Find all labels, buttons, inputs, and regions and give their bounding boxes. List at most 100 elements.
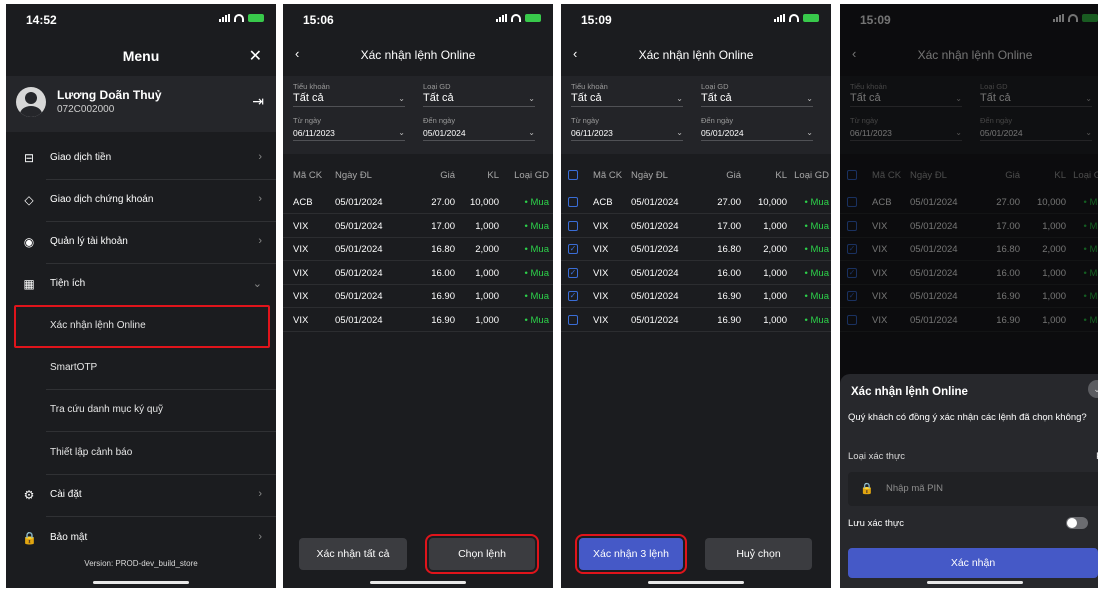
table-cell: VIX xyxy=(593,220,609,232)
column-header: Ngày ĐL xyxy=(631,170,668,181)
table-row[interactable]: ✓ VIX 05/01/2024 16.80 2,000 • Mua xyxy=(561,238,831,261)
menu-item-settings[interactable]: ⚙ Cài đặt › xyxy=(6,475,276,517)
cancel-selection-button[interactable]: Huỷ chọn xyxy=(705,538,812,570)
table-cell: 05/01/2024 xyxy=(335,244,383,255)
filter-value: Tất cả xyxy=(293,92,324,104)
table-cell: 05/01/2024 xyxy=(335,291,383,302)
table-cell: VIX xyxy=(593,244,609,255)
table-cell: 16.90 xyxy=(431,291,455,302)
column-header: Ngày ĐL xyxy=(335,170,372,181)
confirm-selected-button[interactable]: Xác nhận 3 lệnh xyxy=(575,534,687,574)
row-checkbox[interactable]: ✓ xyxy=(568,244,578,254)
menu-item-cash-transactions[interactable]: ⊟ Giao dịch tiền › xyxy=(6,138,276,180)
table-row[interactable]: VIX 05/01/2024 16.90 1,000 • Mua xyxy=(283,309,553,332)
battery-icon xyxy=(525,14,541,22)
to-date-filter[interactable]: Đến ngày 05/01/2024 ⌄ xyxy=(423,116,535,141)
table-row[interactable]: VIX 05/01/2024 16.90 1,000 • Mua xyxy=(283,285,553,308)
pin-input[interactable]: 🔒 Nhập mã PIN xyxy=(848,472,1098,506)
type-filter[interactable]: Loại GD Tất cả ⌄ xyxy=(701,82,813,107)
table-row[interactable]: ACB 05/01/2024 27.00 10,000 • Mua xyxy=(561,191,831,214)
table-cell: VIX xyxy=(293,267,309,279)
table-row[interactable]: VIX 05/01/2024 16.00 1,000 • Mua xyxy=(283,262,553,285)
table-cell: 05/01/2024 xyxy=(335,267,383,279)
filter-value: 06/11/2023 xyxy=(571,128,613,138)
wallet-icon: ⊟ xyxy=(23,151,35,165)
user-id: 072C002000 xyxy=(57,104,115,115)
table-cell: 05/01/2024 xyxy=(335,314,383,326)
user-name: Lương Doãn Thuỷ xyxy=(57,88,162,102)
lock-icon: 🔒 xyxy=(860,483,874,495)
table-row[interactable]: ✓ VIX 05/01/2024 16.00 1,000 • Mua xyxy=(561,262,831,285)
table-cell: 1,000 xyxy=(763,220,787,232)
table-row[interactable]: VIX 05/01/2024 17.00 1,000 • Mua xyxy=(561,215,831,238)
home-indicator xyxy=(648,581,744,584)
confirm-button[interactable]: Xác nhận xyxy=(848,548,1098,578)
row-checkbox[interactable]: ✓ xyxy=(568,291,578,301)
menu-item-account-management[interactable]: ◉ Quản lý tài khoản › xyxy=(6,222,276,264)
select-all-checkbox[interactable] xyxy=(568,170,578,180)
row-checkbox[interactable]: ✓ xyxy=(568,267,578,278)
column-header: Giá xyxy=(440,170,455,181)
account-filter[interactable]: Tiểu khoản Tất cả ⌄ xyxy=(571,82,683,107)
table-cell: ACB xyxy=(293,197,313,208)
column-header: KL xyxy=(487,170,499,181)
menu-item-margin-lookup[interactable]: Tra cứu danh mục ký quỹ xyxy=(6,390,276,432)
table-cell: VIX xyxy=(293,244,309,255)
row-checkbox[interactable] xyxy=(568,314,578,325)
column-header: Mã CK xyxy=(293,170,323,181)
table-cell: • Mua xyxy=(804,197,829,208)
chevron-right-icon: › xyxy=(258,488,262,500)
table-cell: 1,000 xyxy=(475,291,499,302)
logout-icon[interactable]: ⇥ xyxy=(252,93,264,110)
table-header: Mã CK Ngày ĐL Giá KL Loại GD xyxy=(561,164,831,186)
menu-item-utilities[interactable]: ▦ Tiện ích ⌄ xyxy=(6,264,276,306)
page-title: Xác nhận lệnh Online xyxy=(360,48,476,62)
account-filter[interactable]: Tiểu khoản Tất cả ⌄ xyxy=(293,82,405,107)
menu-item-security[interactable]: 🔒 Bảo mật › xyxy=(6,518,276,560)
table-cell: 05/01/2024 xyxy=(631,314,679,326)
menu-screen: 14:52 Menu ✕ Lương Doãn Thuỷ 072C002000 … xyxy=(6,4,276,588)
filter-value: Tất cả xyxy=(701,92,732,104)
wifi-icon xyxy=(789,14,799,22)
table-row[interactable]: VIX 05/01/2024 16.80 2,000 • Mua xyxy=(283,238,553,261)
confirm-all-button[interactable]: Xác nhận tất cả xyxy=(299,538,407,570)
table-cell: • Mua xyxy=(524,197,549,208)
table-cell: 05/01/2024 xyxy=(631,267,679,279)
menu-item-smartotp[interactable]: SmartOTP xyxy=(6,348,276,390)
grid-icon: ▦ xyxy=(23,277,35,291)
save-auth-toggle[interactable] xyxy=(1066,517,1088,529)
status-time: 15:06 xyxy=(303,13,334,27)
battery-icon xyxy=(803,14,819,22)
row-checkbox[interactable] xyxy=(568,220,578,231)
table-cell: 16.90 xyxy=(717,314,741,326)
table-cell: 05/01/2024 xyxy=(631,220,679,232)
filter-label: Từ ngày xyxy=(571,116,599,125)
table-row[interactable]: VIX 05/01/2024 16.90 1,000 • Mua xyxy=(561,309,831,332)
chevron-down-icon: ⌄ xyxy=(528,128,535,137)
menu-item-label: SmartOTP xyxy=(50,362,98,373)
table-cell: 1,000 xyxy=(763,267,787,279)
save-auth-label: Lưu xác thực xyxy=(848,518,905,529)
close-icon[interactable]: ✕ xyxy=(249,46,262,66)
chevron-right-icon: › xyxy=(258,531,262,543)
menu-item-securities-transactions[interactable]: ◇ Giao dịch chứng khoán › xyxy=(6,180,276,222)
table-cell: 05/01/2024 xyxy=(631,197,679,208)
table-row[interactable]: ACB 05/01/2024 27.00 10,000 • Mua xyxy=(283,191,553,214)
table-cell: • Mua xyxy=(524,314,549,326)
row-checkbox[interactable] xyxy=(568,197,578,207)
from-date-filter[interactable]: Từ ngày 06/11/2023 ⌄ xyxy=(571,116,683,141)
user-card[interactable]: Lương Doãn Thuỷ 072C002000 ⇥ xyxy=(6,76,276,132)
column-header: Loại GD xyxy=(514,170,549,181)
table-cell: 27.00 xyxy=(717,197,741,208)
menu-item-alert-settings[interactable]: Thiết lập cảnh báo xyxy=(6,433,276,475)
table-cell: 16.80 xyxy=(431,244,455,255)
table-cell: • Mua xyxy=(804,314,829,326)
select-orders-button[interactable]: Chọn lệnh xyxy=(425,534,539,574)
collapse-icon[interactable]: ⌄ xyxy=(1088,380,1098,398)
table-cell: • Mua xyxy=(524,291,549,302)
to-date-filter[interactable]: Đến ngày 05/01/2024 ⌄ xyxy=(701,116,813,141)
table-row[interactable]: VIX 05/01/2024 17.00 1,000 • Mua xyxy=(283,215,553,238)
from-date-filter[interactable]: Từ ngày 06/11/2023 ⌄ xyxy=(293,116,405,141)
type-filter[interactable]: Loại GD Tất cả ⌄ xyxy=(423,82,535,107)
table-row[interactable]: ✓ VIX 05/01/2024 16.90 1,000 • Mua xyxy=(561,285,831,308)
